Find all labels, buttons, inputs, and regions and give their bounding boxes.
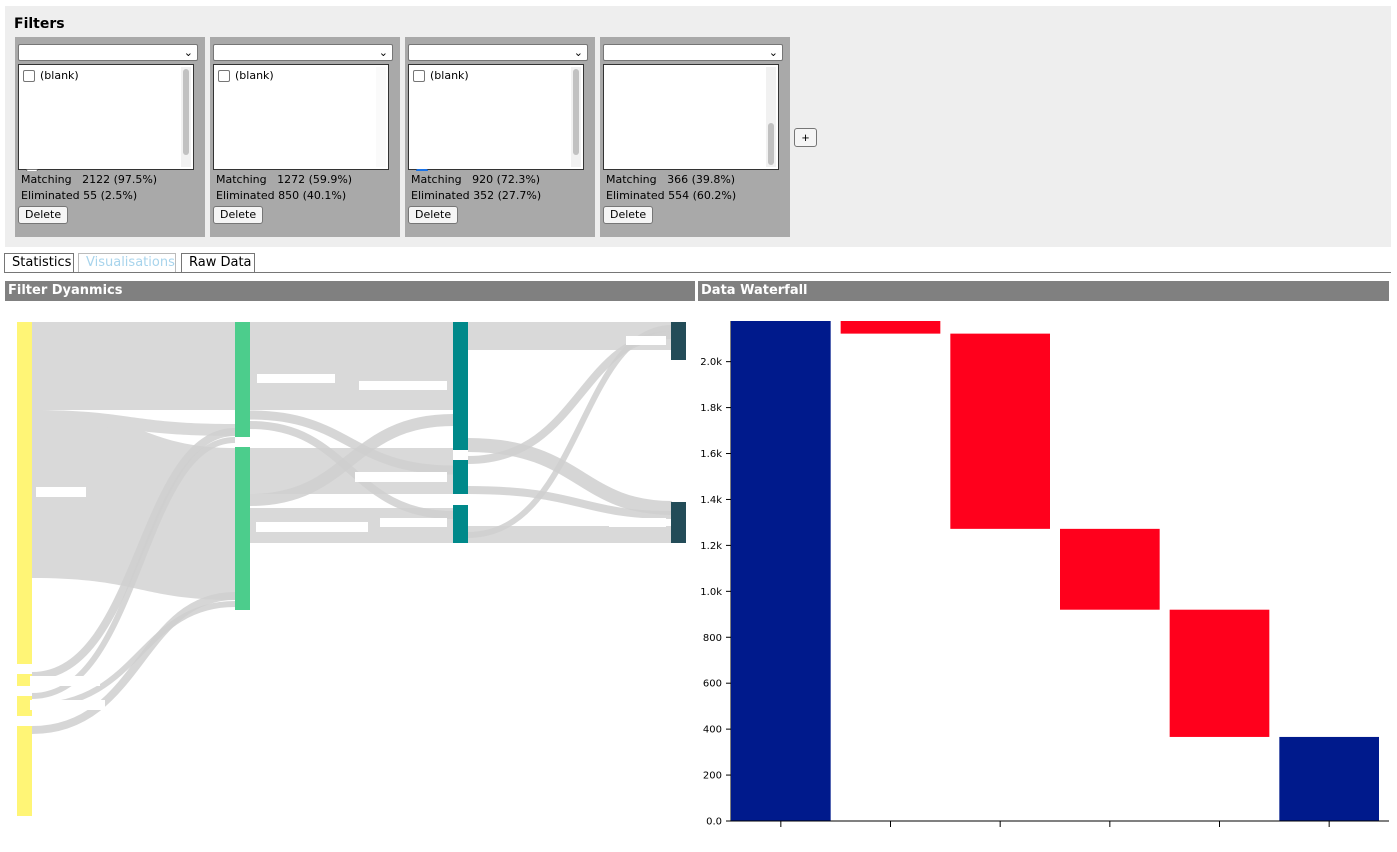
waterfall-bar[interactable] bbox=[1060, 528, 1160, 610]
y-tick-label: 600 bbox=[703, 679, 722, 690]
y-tick-label: 1.6k bbox=[700, 449, 722, 460]
waterfall-bar[interactable] bbox=[840, 321, 941, 334]
x-axis bbox=[731, 820, 1389, 827]
sankey-node[interactable] bbox=[17, 674, 32, 686]
add-filter-button[interactable]: + bbox=[794, 128, 817, 147]
y-tick-label: 200 bbox=[703, 771, 722, 782]
sankey-node[interactable] bbox=[671, 502, 686, 543]
cut-label bbox=[455, 314, 485, 317]
redacted-label bbox=[380, 518, 447, 527]
sankey-node[interactable] bbox=[17, 726, 32, 816]
sankey-link bbox=[250, 322, 453, 410]
sankey-node[interactable] bbox=[671, 322, 686, 360]
sankey-node[interactable] bbox=[453, 322, 468, 450]
sankey-node[interactable] bbox=[453, 505, 468, 543]
sankey-node[interactable] bbox=[17, 696, 32, 716]
y-axis: 0.0 200 400 600 800 1.0k 1.2k 1.4k 1.6k 1.8k 2.0k bbox=[700, 321, 732, 828]
redacted-label bbox=[359, 381, 447, 390]
redacted-label bbox=[609, 518, 666, 527]
y-tick-label: 0.0 bbox=[706, 817, 722, 828]
redacted-label bbox=[30, 700, 105, 710]
y-tick-label: 1.2k bbox=[700, 541, 722, 552]
waterfall-bar[interactable] bbox=[731, 321, 831, 821]
sankey-node[interactable] bbox=[17, 322, 32, 664]
cut-label bbox=[238, 314, 278, 317]
scrollbar[interactable] bbox=[766, 67, 776, 167]
y-tick-label: 1.4k bbox=[700, 495, 722, 506]
y-tick-label: 2.0k bbox=[700, 357, 722, 368]
waterfall-bar[interactable] bbox=[1279, 736, 1379, 821]
sankey-node[interactable] bbox=[235, 322, 250, 437]
y-tick-label: 1.0k bbox=[700, 587, 722, 598]
scrollbar-thumb[interactable] bbox=[768, 123, 774, 165]
waterfall-bars bbox=[731, 321, 1379, 821]
data-waterfall-header: Data Waterfall bbox=[698, 281, 1389, 301]
redacted-label bbox=[30, 676, 100, 686]
sankey-node[interactable] bbox=[453, 460, 468, 494]
waterfall-bar[interactable] bbox=[1169, 609, 1270, 737]
redacted-label bbox=[36, 487, 86, 497]
redacted-label bbox=[256, 522, 368, 532]
y-tick-label: 400 bbox=[703, 725, 722, 736]
sankey-link bbox=[32, 322, 235, 410]
redacted-label bbox=[626, 336, 666, 345]
y-tick-label: 1.8k bbox=[700, 403, 722, 414]
waterfall-bar[interactable] bbox=[950, 333, 1050, 529]
column-header-fragments bbox=[55, 314, 485, 317]
sankey-chart bbox=[17, 314, 686, 816]
sankey-node[interactable] bbox=[235, 447, 250, 610]
cut-label bbox=[55, 314, 125, 317]
redacted-label bbox=[355, 472, 447, 482]
redacted-label bbox=[257, 374, 335, 383]
chevron-down-icon: ⌄ bbox=[768, 46, 778, 59]
y-tick-label: 800 bbox=[703, 633, 722, 644]
